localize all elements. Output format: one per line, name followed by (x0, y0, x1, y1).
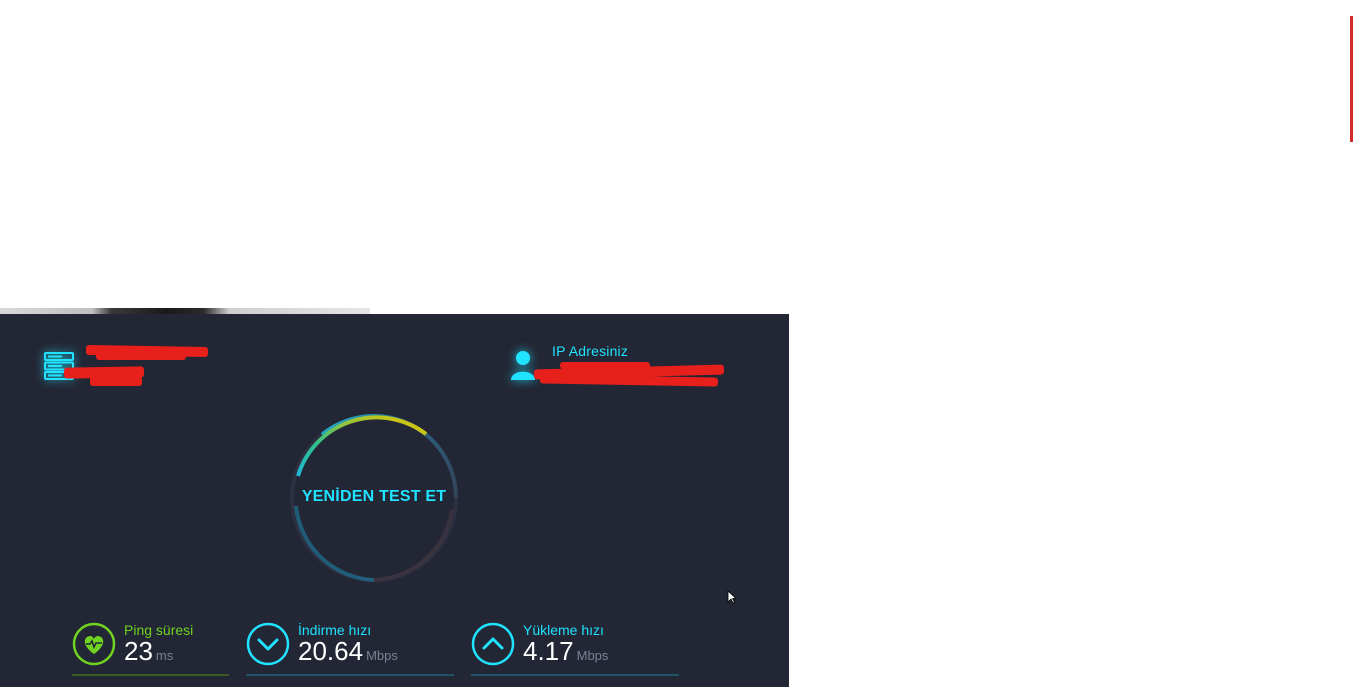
download-value-line: 20.64 Mbps (298, 636, 398, 667)
download-value: 20.64 (298, 636, 364, 666)
mouse-cursor-icon (727, 590, 737, 604)
upload-result: Yükleme hızı 4.17 Mbps (471, 616, 681, 678)
ip-redaction-2 (539, 374, 719, 387)
server-location-redaction-2 (90, 376, 142, 386)
upload-value-line: 4.17 Mbps (523, 636, 608, 667)
upload-value: 4.17 (523, 636, 574, 666)
ping-result: Ping süresi 23 ms (72, 616, 230, 678)
download-unit: Mbps (366, 648, 398, 663)
chevron-up-icon (471, 622, 515, 666)
ping-value-line: 23 ms (124, 636, 173, 667)
ip-redaction-3 (560, 362, 650, 369)
chevron-down-icon (246, 622, 290, 666)
ping-underline (72, 674, 229, 676)
upload-underline (471, 674, 679, 676)
ip-label: IP Adresiniz (552, 343, 629, 359)
right-edge-accent-line (1350, 16, 1353, 142)
page: IP Adresiniz YENİDEN TEST ET Ping süresi… (0, 0, 1356, 687)
user-icon (511, 351, 535, 380)
ping-unit: ms (155, 648, 174, 663)
download-result: İndirme hızı 20.64 Mbps (246, 616, 456, 678)
ping-value: 23 (124, 636, 153, 666)
download-underline (246, 674, 454, 676)
speedtest-panel: IP Adresiniz YENİDEN TEST ET Ping süresi… (0, 314, 789, 687)
server-name-redaction-2 (96, 352, 186, 360)
heart-pulse-icon (72, 622, 116, 666)
retest-button[interactable]: YENİDEN TEST ET (286, 488, 462, 506)
upload-unit: Mbps (576, 648, 609, 663)
